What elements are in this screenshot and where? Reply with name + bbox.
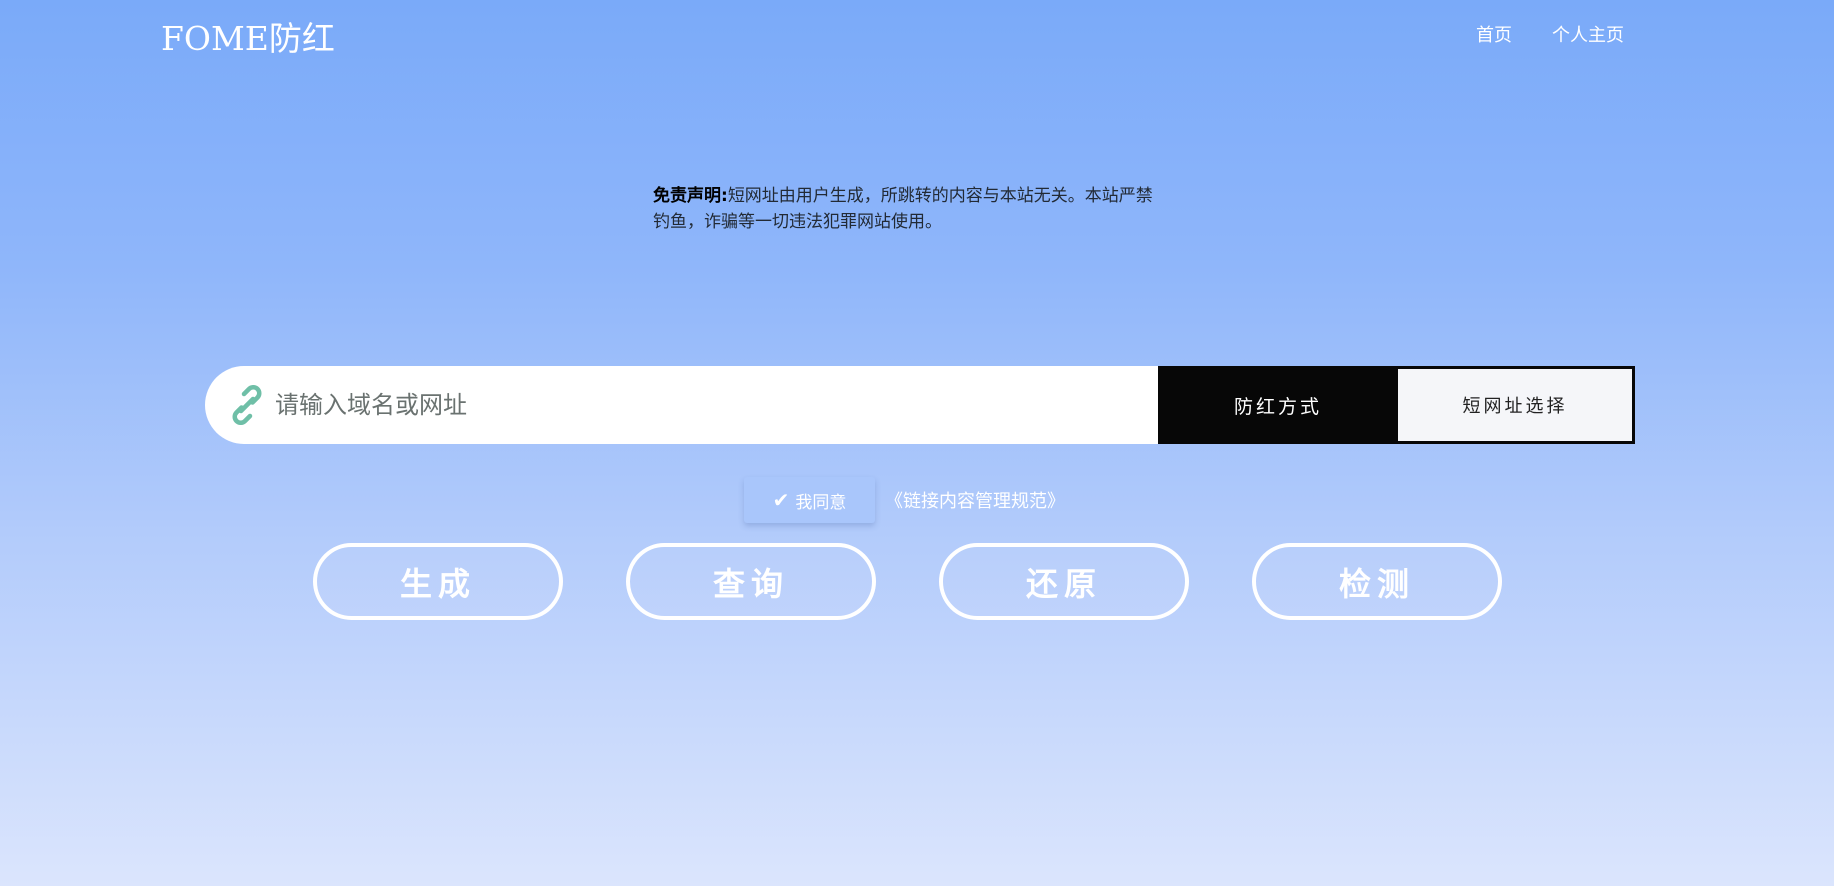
policy-link[interactable]: 《链接内容管理规范》 — [885, 487, 1065, 513]
generate-button[interactable]: 生成 — [313, 543, 563, 620]
agree-label: 我同意 — [795, 492, 847, 513]
restore-button[interactable]: 还原 — [939, 543, 1189, 620]
detect-button[interactable]: 检测 — [1252, 543, 1502, 620]
disclaimer-title: 免责声明: — [653, 186, 728, 206]
nav-profile[interactable]: 个人主页 — [1552, 21, 1624, 47]
disclaimer-text: 短网址由用户生成，所跳转的内容与本站无关。本站严禁钓鱼，诈骗等一切违法犯罪网站使… — [653, 186, 1153, 232]
agree-button[interactable]: ✔ 我同意 — [744, 477, 875, 523]
check-icon: ✔ — [772, 488, 790, 512]
query-button[interactable]: 查询 — [626, 543, 876, 620]
url-input-wrapper[interactable] — [205, 366, 1158, 444]
top-nav: 首页 个人主页 — [1476, 21, 1624, 47]
brand-logo[interactable]: FOME防红 — [161, 12, 335, 60]
nav-home[interactable]: 首页 — [1476, 21, 1512, 47]
url-form: 防红方式 短网址选择 — [205, 366, 1635, 444]
agree-row: ✔ 我同意 《链接内容管理规范》 — [744, 477, 1065, 523]
anti-block-mode-button[interactable]: 防红方式 — [1158, 366, 1398, 444]
action-buttons: 生成 查询 还原 检测 — [313, 543, 1502, 620]
disclaimer: 免责声明:短网址由用户生成，所跳转的内容与本站无关。本站严禁钓鱼，诈骗等一切违法… — [653, 183, 1153, 235]
short-url-select-button[interactable]: 短网址选择 — [1398, 366, 1635, 444]
link-icon — [232, 385, 262, 425]
url-input[interactable] — [275, 391, 1095, 419]
